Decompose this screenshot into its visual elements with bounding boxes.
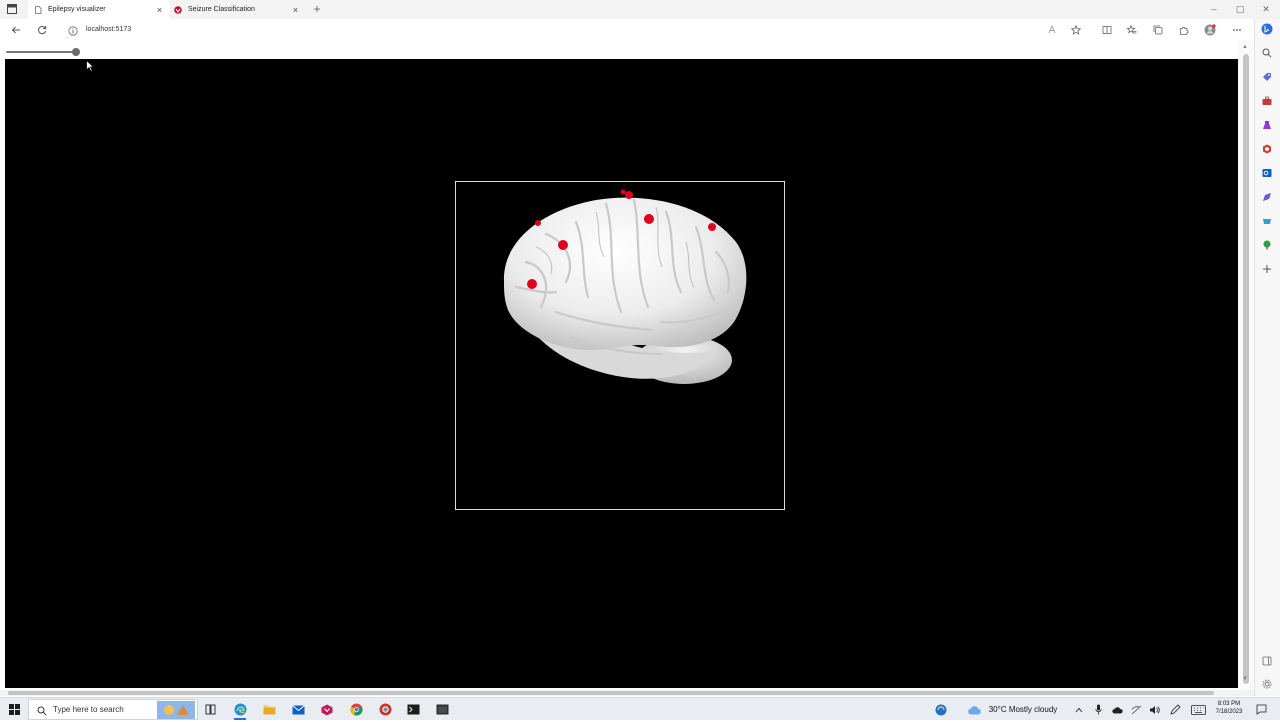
microphone-icon[interactable]	[1092, 702, 1104, 717]
minimize-icon[interactable]: –	[1208, 3, 1220, 15]
show-hidden-icons-chevron-icon[interactable]	[1073, 702, 1085, 717]
electrode-marker[interactable]	[558, 240, 568, 250]
pen-icon[interactable]	[1168, 702, 1182, 717]
bing-chat-icon[interactable]	[1261, 23, 1273, 35]
favorites-icon[interactable]	[1125, 23, 1139, 37]
file-explorer-icon[interactable]	[261, 702, 277, 717]
cloud-weather-icon[interactable]	[966, 702, 982, 717]
clock-time: 8:03 PM	[1217, 701, 1241, 707]
electrode-marker[interactable]	[527, 279, 537, 289]
cloud-sync-icon[interactable]	[1111, 702, 1123, 717]
electrode-marker[interactable]	[620, 189, 626, 195]
tab-seizure-classification[interactable]: Seizure Classification ×	[168, 0, 306, 19]
address-bar[interactable]: localhost:5173	[64, 21, 1094, 38]
electrode-marker[interactable]	[644, 214, 654, 224]
refresh-icon[interactable]	[35, 23, 49, 37]
search-icon	[37, 705, 47, 715]
scrollbar-thumb[interactable]	[8, 691, 1214, 695]
weather-app-icon[interactable]	[934, 702, 948, 717]
search-highlights-icon[interactable]	[151, 701, 197, 719]
taskbar-search-box[interactable]: Type here to search	[28, 699, 198, 720]
add-favorite-star-icon[interactable]	[1069, 23, 1083, 37]
brain-3d-model[interactable]	[456, 182, 784, 509]
browser-tab-strip: Epilepsy visualizer × Seizure Classifica…	[0, 0, 1280, 19]
search-icon[interactable]	[1261, 47, 1273, 59]
network-icon[interactable]	[1130, 702, 1142, 717]
electrode-marker[interactable]	[535, 220, 541, 226]
tab-epilepsy-visualizer[interactable]: Epilepsy visualizer ×	[28, 0, 170, 19]
seizure-app-icon	[174, 5, 182, 14]
tab-title: Epilepsy visualizer	[48, 6, 106, 13]
extensions-icon[interactable]	[1177, 23, 1191, 37]
windows-start-icon[interactable]	[6, 702, 22, 717]
games-icon[interactable]	[1261, 119, 1273, 131]
notifications-icon[interactable]	[1254, 702, 1268, 717]
weather-text: 30°C Mostly cloudy	[988, 705, 1058, 714]
brain-viewer[interactable]	[455, 181, 785, 510]
tree-icon[interactable]	[1261, 239, 1273, 251]
scroll-up-icon[interactable]: ▲	[1242, 44, 1248, 50]
drop-icon[interactable]	[1261, 215, 1273, 227]
add-sidebar-app-icon[interactable]	[1261, 263, 1273, 275]
tab-actions-icon[interactable]	[6, 3, 20, 15]
new-tab-button[interactable]: +	[310, 2, 324, 16]
chrome-icon[interactable]	[348, 702, 364, 717]
collections-icon[interactable]	[1151, 23, 1165, 37]
office-icon[interactable]	[1261, 143, 1273, 155]
app-icon-red[interactable]	[319, 702, 335, 717]
settings-gear-icon[interactable]	[1261, 678, 1273, 690]
tab-title: Seizure Classification	[188, 6, 255, 13]
page-icon	[34, 5, 42, 14]
maximize-icon[interactable]: ▢	[1234, 3, 1246, 15]
slider-thumb[interactable]	[72, 48, 80, 56]
sidebar-layout-icon[interactable]	[1261, 655, 1273, 667]
keyboard-icon[interactable]	[1189, 702, 1207, 717]
tools-briefcase-icon[interactable]	[1261, 95, 1273, 107]
close-tab-icon[interactable]: ×	[155, 5, 164, 15]
search-placeholder: Type here to search	[53, 705, 124, 714]
shopping-tag-icon[interactable]	[1261, 71, 1273, 83]
horizontal-scrollbar[interactable]	[0, 690, 1254, 696]
edge-taskbar-icon[interactable]	[232, 702, 248, 717]
split-screen-icon[interactable]	[1100, 23, 1114, 37]
edge-sidebar	[1254, 19, 1280, 696]
mail-icon[interactable]	[290, 702, 306, 717]
read-aloud-icon[interactable]	[1046, 23, 1060, 37]
windows-taskbar: Type here to search 30°C Mostly cloudy 8…	[0, 697, 1280, 720]
mouse-cursor-icon	[86, 60, 94, 72]
scrollbar-thumb[interactable]	[1243, 54, 1249, 684]
terminal-icon[interactable]	[405, 702, 421, 717]
electrode-marker[interactable]	[708, 223, 716, 231]
browser-toolbar: localhost:5173	[0, 19, 1254, 40]
window-app-icon[interactable]	[434, 702, 450, 717]
url-text[interactable]: localhost:5173	[86, 26, 131, 33]
designer-icon[interactable]	[1261, 191, 1273, 203]
more-menu-icon[interactable]	[1230, 23, 1244, 37]
slider-track[interactable]	[6, 51, 76, 53]
vertical-scrollbar[interactable]: ▲ ▼	[1238, 40, 1254, 690]
profile-avatar[interactable]	[1203, 23, 1217, 37]
close-window-icon[interactable]: ✕	[1260, 3, 1272, 15]
back-arrow-icon[interactable]	[9, 23, 23, 37]
task-view-icon[interactable]	[203, 702, 217, 717]
volume-icon[interactable]	[1148, 702, 1160, 717]
page-viewport	[0, 40, 1254, 690]
electrode-marker[interactable]	[625, 191, 633, 199]
site-info-icon[interactable]	[68, 25, 78, 36]
view-slider[interactable]	[6, 48, 80, 56]
system-clock[interactable]: 8:03 PM 7/18/2023	[1212, 700, 1246, 716]
outlook-icon[interactable]	[1261, 167, 1273, 179]
scroll-down-icon[interactable]: ▼	[1242, 676, 1248, 682]
chrome-dev-icon[interactable]	[377, 702, 393, 717]
weather-widget[interactable]: 30°C Mostly cloudy	[985, 702, 1061, 717]
close-tab-icon[interactable]: ×	[291, 5, 300, 15]
clock-date: 7/18/2023	[1215, 709, 1243, 715]
